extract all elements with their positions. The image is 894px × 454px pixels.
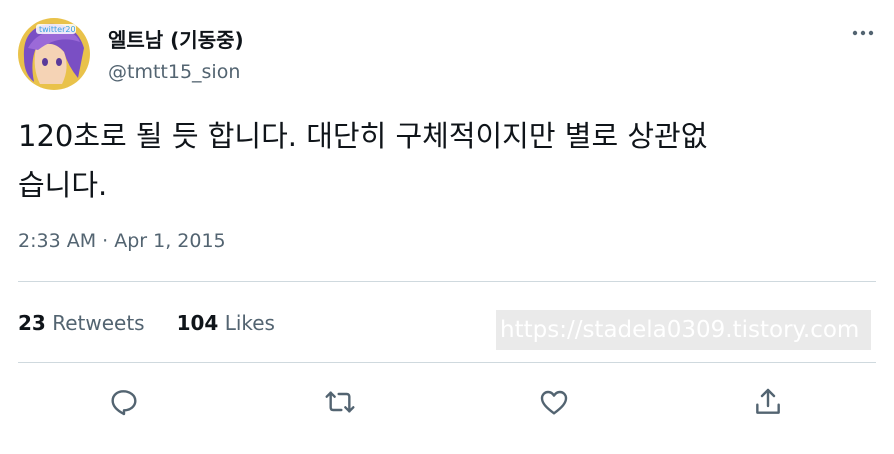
like-button[interactable]: [534, 382, 574, 422]
tweet-text: 120초로 될 듯 합니다. 대단히 구체적이지만 별로 상관없 습니다.: [18, 112, 880, 210]
watermark: https://stadela0309.tistory.com: [496, 310, 871, 350]
divider: [18, 281, 876, 282]
likes-label: Likes: [224, 311, 275, 335]
tweet-stats: 23 Retweets 104 Likes: [18, 311, 275, 335]
avatar-image: twitter20: [18, 18, 90, 90]
likes-stat[interactable]: 104 Likes: [177, 311, 275, 335]
retweets-label: Retweets: [52, 311, 145, 335]
avatar-badge-text: twitter20: [39, 25, 76, 34]
tweet-text-line: 습니다.: [18, 168, 108, 202]
share-icon: [756, 388, 780, 414]
retweets-stat[interactable]: 23 Retweets: [18, 311, 145, 335]
tweet-timestamp[interactable]: 2:33 AM · Apr 1, 2015: [18, 230, 226, 252]
heart-icon: [540, 390, 568, 415]
reply-button[interactable]: [104, 382, 144, 422]
retweet-button[interactable]: [320, 382, 360, 422]
likes-count: 104: [176, 311, 219, 335]
retweet-icon: [325, 391, 355, 413]
avatar[interactable]: twitter20: [18, 18, 90, 90]
more-dots-icon: [852, 30, 874, 36]
reply-icon: [111, 390, 137, 416]
share-button[interactable]: [748, 382, 788, 422]
user-handle[interactable]: @tmtt15_sion: [108, 61, 240, 83]
more-options-button[interactable]: [848, 18, 878, 48]
tweet-text-line: 120초로 될 듯 합니다. 대단히 구체적이지만 별로 상관없: [18, 119, 708, 153]
display-name[interactable]: 엘트남 (기동중): [108, 24, 244, 53]
divider: [18, 362, 876, 363]
retweets-count: 23: [18, 311, 46, 335]
